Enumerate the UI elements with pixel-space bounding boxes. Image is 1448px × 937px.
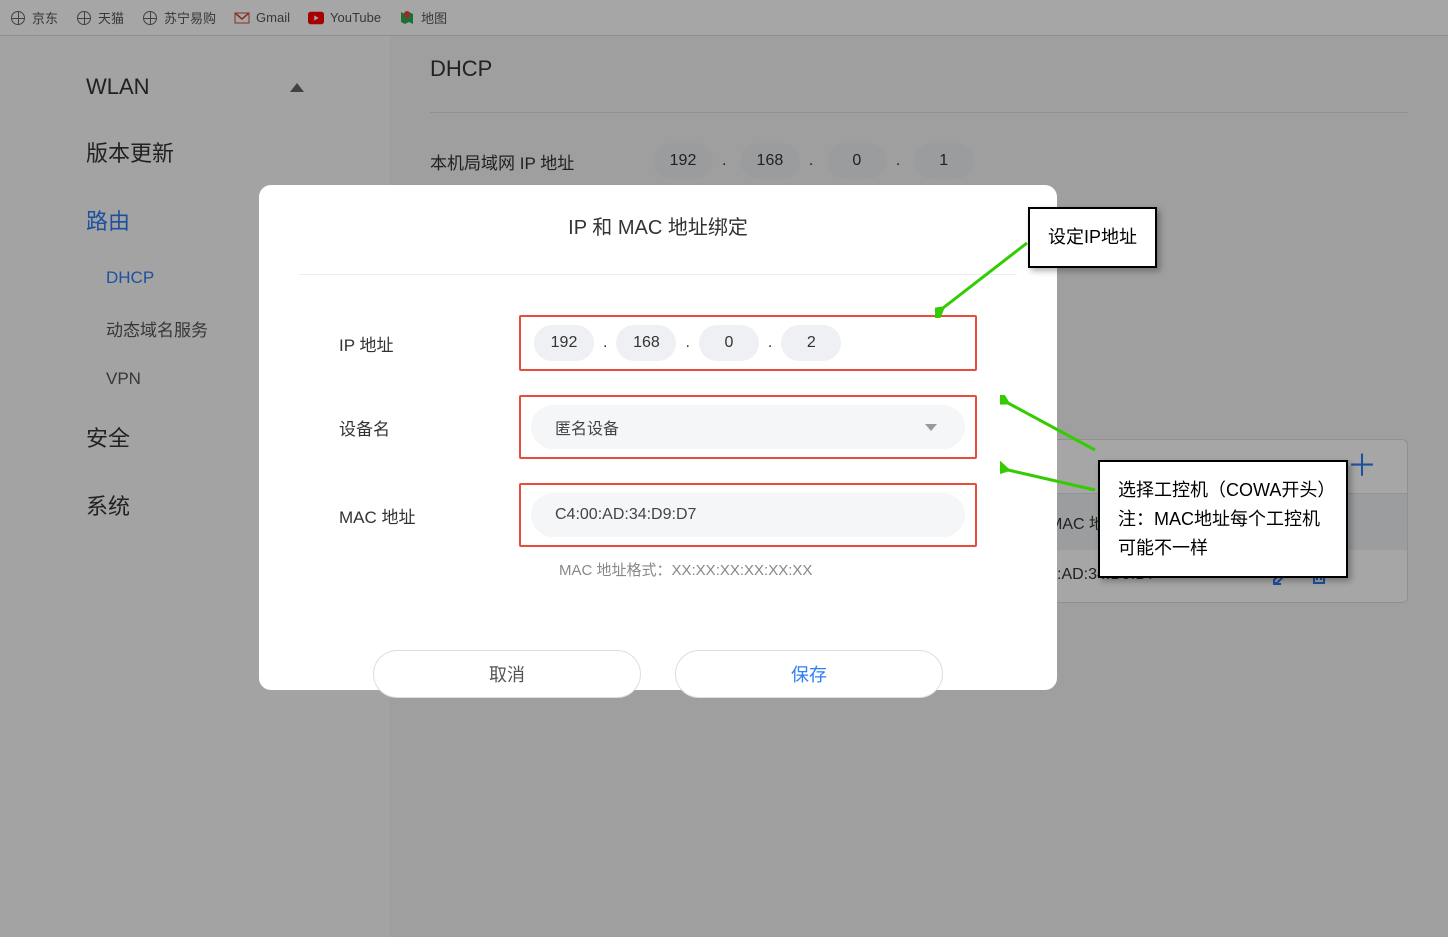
ip-mac-binding-modal: IP 和 MAC 地址绑定 IP 地址 192. 168. 0. 2 设备名 匿… (259, 185, 1057, 690)
annotation-set-ip: 设定IP地址 (1028, 207, 1157, 268)
cancel-button[interactable]: 取消 (373, 650, 641, 698)
device-value: 匿名设备 (555, 415, 619, 439)
device-dropdown[interactable]: 匿名设备 (531, 405, 965, 449)
divider (299, 274, 1017, 275)
mac-label: MAC 地址 (339, 503, 519, 528)
modal-footer: 取消 保存 (259, 650, 1057, 698)
ip-address-row: IP 地址 192. 168. 0. 2 (259, 315, 1057, 371)
chevron-down-icon (925, 424, 937, 431)
ip-octet[interactable]: 192 (534, 325, 594, 361)
ip-octet[interactable]: 0 (699, 325, 759, 361)
mac-hint: MAC 地址格式：XX:XX:XX:XX:XX:XX (559, 559, 1057, 580)
save-button[interactable]: 保存 (675, 650, 943, 698)
device-label: 设备名 (339, 415, 519, 440)
mac-address-row: MAC 地址 (259, 483, 1057, 547)
device-name-row: 设备名 匿名设备 (259, 395, 1057, 459)
ip-label: IP 地址 (339, 331, 519, 356)
annotation-select-ipc: 选择工控机（COWA开头）注：MAC地址每个工控机可能不一样 (1098, 460, 1348, 578)
mac-input-wrap (519, 483, 977, 547)
ip-input-group: 192. 168. 0. 2 (519, 315, 977, 371)
modal-title: IP 和 MAC 地址绑定 (259, 211, 1057, 240)
ip-octet[interactable]: 2 (781, 325, 841, 361)
ip-octet[interactable]: 168 (616, 325, 676, 361)
mac-input[interactable] (531, 493, 965, 537)
device-dropdown-wrap: 匿名设备 (519, 395, 977, 459)
